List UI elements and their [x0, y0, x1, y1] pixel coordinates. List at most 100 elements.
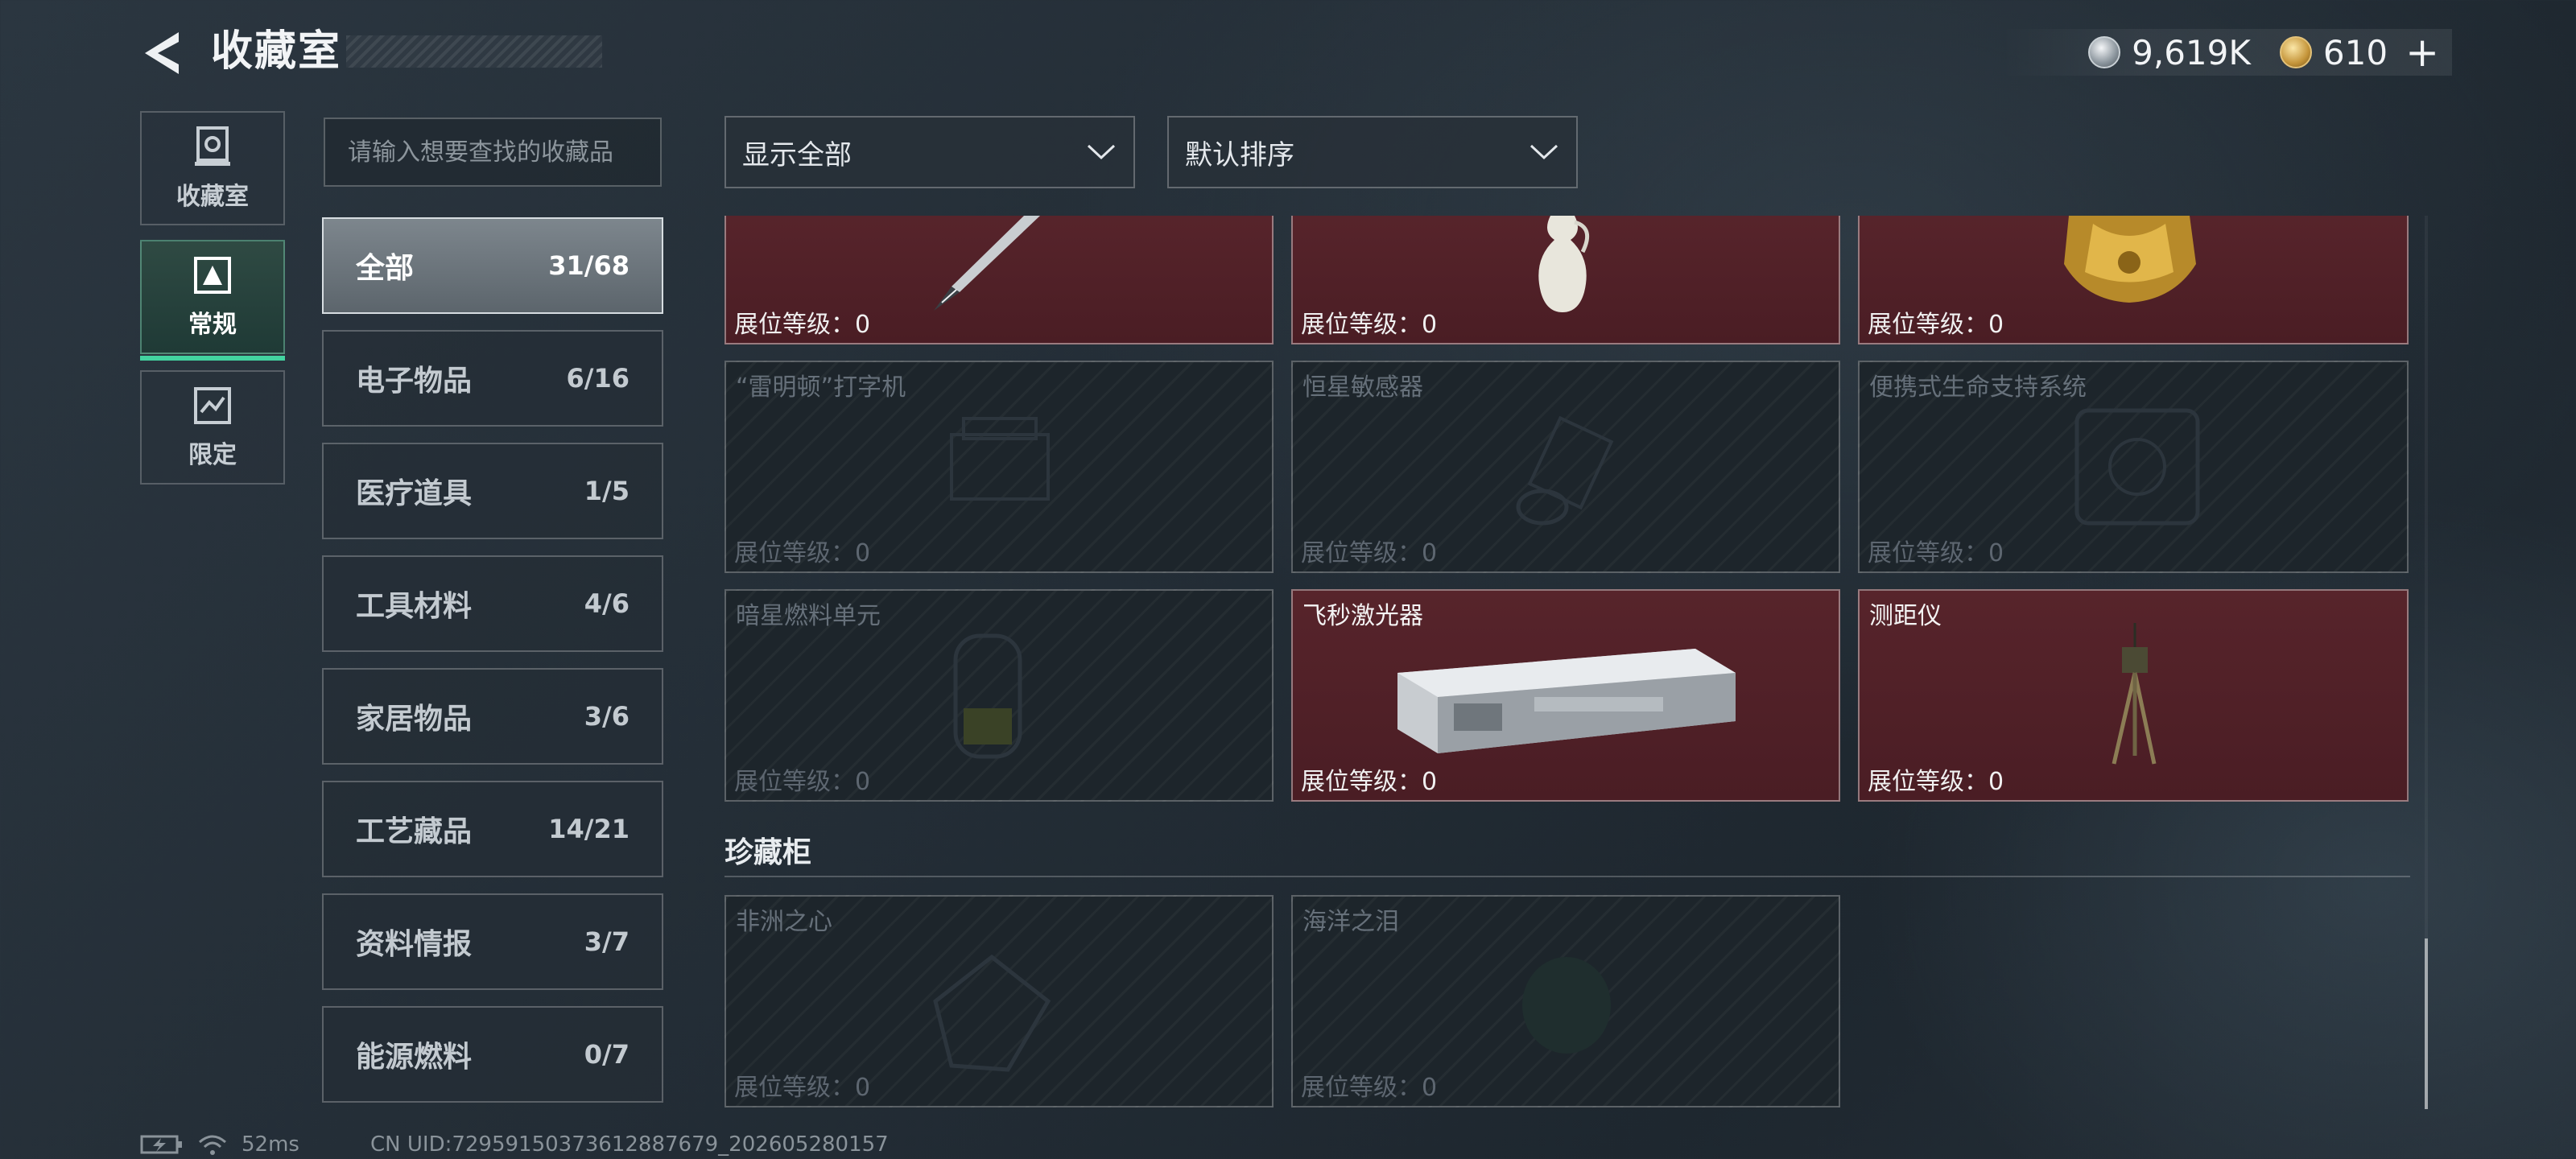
card-booth-level: 展位等级：0 — [1301, 768, 1438, 796]
chevron-down-icon — [1087, 144, 1116, 160]
category-count: 0/7 — [584, 1039, 630, 1070]
chevron-down-icon — [1530, 144, 1558, 160]
collection-card[interactable]: 展位等级：0 — [724, 216, 1274, 344]
limited-collection-icon — [194, 387, 231, 424]
category-count: 3/7 — [584, 926, 630, 957]
category-count: 3/6 — [584, 701, 630, 732]
search-input[interactable] — [348, 138, 638, 167]
title-decoration — [346, 35, 602, 68]
collection-card[interactable]: “雷明顿”打字机 展位等级：0 — [724, 361, 1274, 573]
category-name: 全部 — [356, 252, 415, 285]
card-booth-level: 展位等级：0 — [1868, 768, 2004, 796]
collection-card[interactable]: 测距仪 展位等级：0 — [1858, 589, 2409, 802]
category-household[interactable]: 家居物品 3/6 — [322, 668, 663, 765]
user-uid: CN UID:7295915037361288767​9_20260528015… — [370, 1132, 889, 1157]
back-arrow-icon — [145, 32, 179, 74]
regular-collection-icon — [194, 257, 231, 294]
ping-readout: 52ms — [242, 1132, 299, 1157]
card-booth-level: 展位等级：0 — [1301, 539, 1438, 567]
card-name: 非洲之心 — [736, 908, 832, 936]
card-booth-level: 展位等级：0 — [734, 311, 871, 339]
display-filter-dropdown[interactable]: 显示全部 — [724, 116, 1135, 188]
collection-card[interactable]: 恒星敏感器 展位等级：0 — [1291, 361, 1840, 573]
showcase-card[interactable]: 非洲之心 展位等级：0 — [724, 895, 1274, 1107]
card-booth-level: 展位等级：0 — [734, 768, 871, 796]
fuel-cell-item-image — [953, 633, 1022, 759]
showcase-card[interactable]: 海洋之泪 展位等级：0 — [1291, 895, 1840, 1107]
category-all[interactable]: 全部 31/68 — [322, 217, 663, 314]
collection-card[interactable]: 展位等级：0 — [1291, 216, 1840, 344]
silver-coin-icon — [2088, 36, 2121, 68]
rail-limited-button[interactable]: 限定 — [140, 370, 285, 485]
rail-regular-button[interactable]: 常规 — [140, 240, 285, 361]
category-name: 能源燃料 — [356, 1041, 473, 1074]
golden-statue-item-image — [2064, 216, 2196, 303]
scrollbar-thumb[interactable] — [2425, 938, 2428, 1109]
search-box[interactable] — [324, 118, 662, 187]
category-name: 工艺藏品 — [356, 815, 473, 848]
card-name: 海洋之泪 — [1302, 908, 1399, 936]
collection-card[interactable]: 暗星燃料单元 展位等级：0 — [724, 589, 1274, 802]
collection-card[interactable]: 便携式生命支持系统 展位等级：0 — [1858, 361, 2409, 573]
battery-charging-icon — [140, 1135, 182, 1154]
category-intel[interactable]: 资料情报 3/7 — [322, 893, 663, 990]
card-booth-level: 展位等级：0 — [1868, 311, 2004, 339]
rangefinder-item-image — [2112, 623, 2157, 765]
showcase-section-title: 珍藏柜 — [724, 836, 812, 869]
pen-item-image — [934, 216, 1040, 311]
card-name: 测距仪 — [1869, 602, 1942, 630]
rail-regular-label: 常规 — [188, 311, 237, 339]
femtosecond-laser-item-image — [1397, 649, 1736, 753]
life-support-item-image — [2074, 408, 2200, 526]
category-name: 资料情报 — [356, 928, 473, 961]
vase-item-image — [1538, 216, 1590, 312]
page-title: 收藏室 — [211, 27, 342, 76]
card-booth-level: 展位等级：0 — [734, 1074, 871, 1102]
star-sensor-item-image — [1516, 415, 1614, 526]
category-crafts[interactable]: 工艺藏品 14/21 — [322, 781, 663, 877]
card-name: 便携式生命支持系统 — [1869, 373, 2087, 402]
category-energy[interactable]: 能源燃料 0/7 — [322, 1006, 663, 1103]
gold-currency-amount: 610 — [2322, 32, 2388, 72]
category-tools[interactable]: 工具材料 4/6 — [322, 555, 663, 652]
card-name: “雷明顿”打字机 — [736, 373, 906, 402]
rail-limited-label: 限定 — [188, 441, 237, 469]
wifi-icon — [199, 1135, 226, 1155]
sort-label: 默认排序 — [1185, 138, 1294, 171]
typewriter-item-image — [950, 417, 1050, 501]
diamond-item-image — [933, 954, 1051, 1072]
category-name: 电子物品 — [356, 365, 473, 398]
section-divider — [724, 876, 2410, 877]
category-name: 家居物品 — [356, 703, 473, 736]
collection-grid: 展位等级：0 展位等级：0 展位等级：0 “雷明顿”打字机 展位等级：0 恒星敏… — [723, 216, 2412, 1111]
currency-bar: 9,619K 610 + — [2001, 29, 2452, 76]
vault-icon — [195, 126, 230, 166]
category-count: 4/6 — [584, 588, 630, 619]
category-count: 14/21 — [548, 814, 630, 844]
category-count: 1/5 — [584, 476, 630, 506]
collection-card[interactable]: 飞秒激光器 展位等级：0 — [1291, 589, 1840, 802]
card-booth-level: 展位等级：0 — [1301, 1074, 1438, 1102]
rail-vault-label: 收藏室 — [176, 183, 249, 211]
card-booth-level: 展位等级：0 — [1868, 539, 2004, 567]
category-count: 6/16 — [566, 363, 630, 394]
card-name: 恒星敏感器 — [1302, 373, 1423, 402]
back-button[interactable] — [138, 29, 190, 77]
category-name: 医疗道具 — [356, 477, 473, 510]
status-bar: 52ms — [140, 1128, 299, 1159]
silver-currency-amount: 9,619K — [2132, 32, 2251, 72]
card-booth-level: 展位等级：0 — [734, 539, 871, 567]
collection-card[interactable]: 展位等级：0 — [1858, 216, 2409, 344]
sort-dropdown[interactable]: 默认排序 — [1167, 116, 1578, 188]
display-filter-label: 显示全部 — [742, 138, 852, 171]
gold-coin-icon — [2279, 36, 2312, 68]
category-medical[interactable]: 医疗道具 1/5 — [322, 443, 663, 539]
category-count: 31/68 — [548, 250, 630, 281]
ocean-tear-item-image — [1522, 957, 1611, 1054]
card-name: 飞秒激光器 — [1302, 602, 1423, 630]
category-name: 工具材料 — [356, 590, 473, 623]
category-electronics[interactable]: 电子物品 6/16 — [322, 330, 663, 427]
add-currency-button[interactable]: + — [2405, 29, 2439, 76]
rail-vault-button[interactable]: 收藏室 — [140, 111, 285, 225]
card-name: 暗星燃料单元 — [736, 602, 881, 630]
